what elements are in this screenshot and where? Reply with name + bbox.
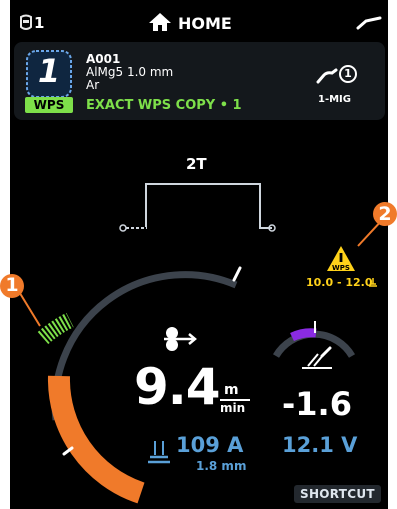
annotation-marker-1-label: 1 bbox=[5, 274, 19, 296]
annotation-marker-2-label: 2 bbox=[378, 203, 392, 225]
wire-speed-value[interactable]: 9.4 bbox=[134, 359, 221, 415]
welder-display: 1 HOME 1 WPS A001 AlMg5 1.0 mm Ar EXACT … bbox=[10, 0, 388, 509]
plate-thickness-icon bbox=[148, 441, 170, 464]
thickness-value: 1.8 mm bbox=[196, 459, 247, 473]
speed-unit-denominator: min bbox=[220, 401, 246, 415]
voltage-value[interactable]: 12.1 V bbox=[282, 433, 357, 457]
wire-feed-icon bbox=[164, 327, 197, 351]
current-value[interactable]: 109 A bbox=[176, 433, 243, 457]
shortcut-button[interactable]: SHORTCUT bbox=[294, 485, 381, 503]
speed-unit-numerator: m bbox=[224, 382, 239, 398]
trim-value[interactable]: -1.6 bbox=[282, 385, 352, 423]
arc-length-icon bbox=[302, 346, 332, 369]
